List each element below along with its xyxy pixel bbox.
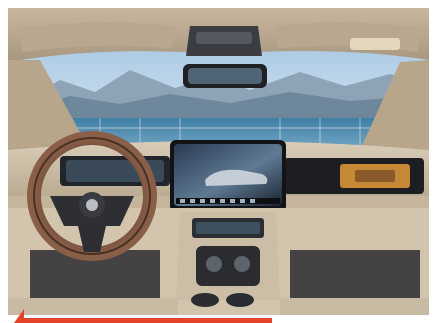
gear-selector [196, 246, 260, 286]
car-interior-photo [8, 8, 430, 323]
accent-bar [22, 318, 272, 323]
